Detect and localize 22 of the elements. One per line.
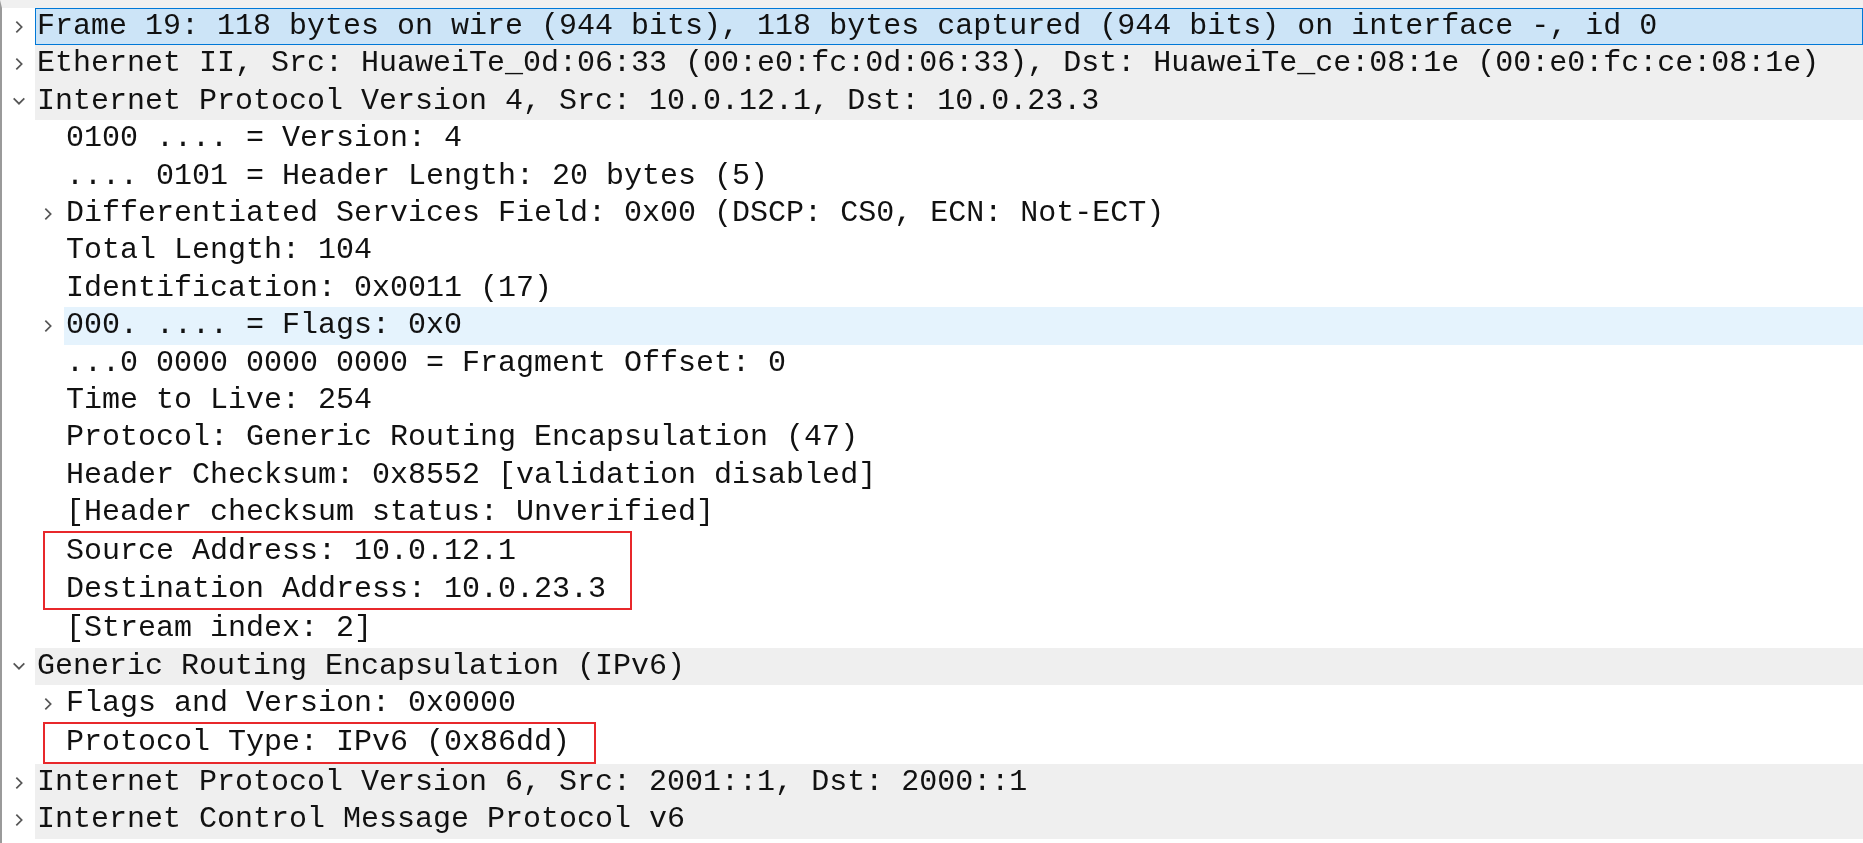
tree-item[interactable]: Internet Control Message Protocol v6 (35, 801, 1863, 839)
tree-item[interactable]: Internet Protocol Version 4, Src: 10.0.12.1, Dst: 10.0.23.3 (35, 82, 1863, 121)
tree-item[interactable]: [Stream index: 2] (64, 610, 1863, 648)
tree-item[interactable]: Flags and Version: 0x0000 (64, 685, 1863, 723)
tree-item[interactable]: Destination Address: 10.0.23.3 (64, 570, 607, 609)
tree-item[interactable]: Protocol: Generic Routing Encapsulation (47) (64, 419, 1863, 457)
tree-item[interactable]: Time to Live: 254 (64, 381, 1863, 420)
tree-item[interactable]: .... 0101 = Header Length: 20 bytes (5) (64, 157, 1863, 195)
tree-item[interactable]: [Header checksum status: Unverified] (64, 494, 1863, 532)
tree-item[interactable]: Header Checksum: 0x8552 [validation disabled] (64, 456, 1863, 495)
tree-item[interactable]: 000. .... = Flags: 0x0 (64, 307, 1863, 345)
tree-item[interactable]: Generic Routing Encapsulation (IPv6) (35, 647, 1863, 686)
tree-item[interactable]: Protocol Type: IPv6 (0x86dd) (64, 724, 571, 762)
tree-item[interactable]: Internet Protocol Version 6, Src: 2001::1, Dst: 2000::1 (35, 763, 1863, 802)
tree-item[interactable]: Ethernet II, Src: HuaweiTe_0d:06:33 (00:e0:fc:0d:06:33), Dst: HuaweiTe_ce:08:1e (00:e0:fc:ce:08:1e) (35, 45, 1863, 83)
tree-item[interactable]: Frame 19: 118 bytes on wire (944 bits), 118 bytes captured (944 bits) on interface -, id 0 (35, 8, 1863, 46)
tree-item[interactable]: Differentiated Services Field: 0x00 (DSCP: CS0, ECN: Not-ECT) (64, 194, 1863, 233)
tree-item[interactable]: ...0 0000 0000 0000 = Fragment Offset: 0 (64, 344, 1863, 382)
tree-item[interactable]: Total Length: 104 (64, 232, 1863, 270)
tree-item[interactable]: Identification: 0x0011 (17) (64, 269, 1863, 308)
tree-item[interactable]: 0100 .... = Version: 4 (64, 120, 1863, 158)
tree-item[interactable]: Source Address: 10.0.12.1 (64, 533, 517, 571)
